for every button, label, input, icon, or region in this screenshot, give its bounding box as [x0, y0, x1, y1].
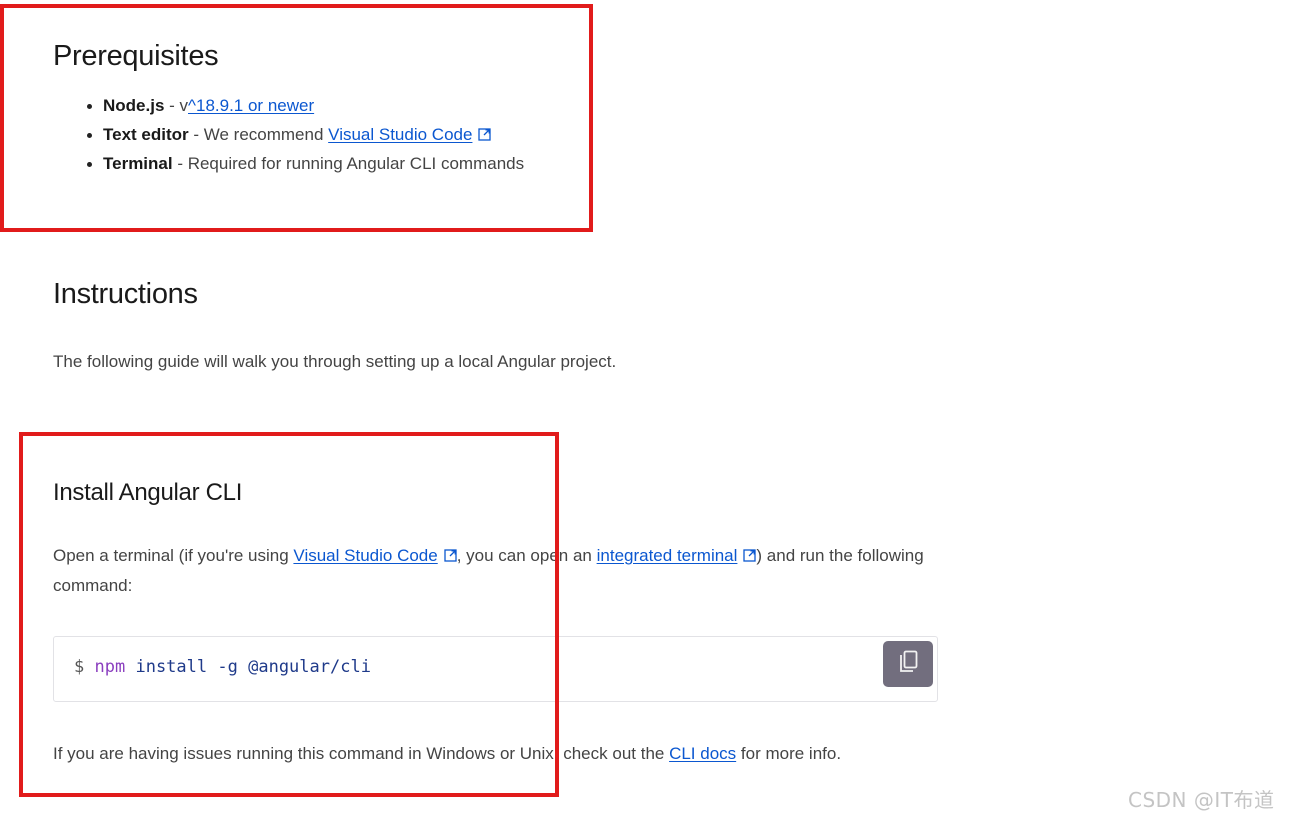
- node-version-link[interactable]: ^18.9.1 or newer: [188, 96, 314, 115]
- prereq-separator: - We recommend: [188, 124, 329, 144]
- install-footer: If you are having issues running this co…: [53, 739, 1013, 768]
- code-prompt: $: [74, 657, 85, 677]
- code-line[interactable]: $ npm install -g @angular/cli: [74, 657, 371, 677]
- external-link-icon: [444, 542, 457, 571]
- external-link-icon: [743, 542, 757, 571]
- list-item: Node.js - v^18.9.1 or newer: [53, 92, 593, 121]
- list-item: Terminal - Required for running Angular …: [53, 150, 593, 179]
- prereq-name: Terminal: [103, 154, 173, 173]
- prerequisites-title: Prerequisites: [53, 40, 219, 72]
- prereq-separator: - v: [164, 96, 189, 115]
- install-paragraph: Open a terminal (if you're using Visual …: [53, 541, 933, 600]
- code-block: $ npm install -g @angular/cli: [53, 636, 938, 702]
- bullet: [87, 132, 92, 138]
- integrated-terminal-link[interactable]: integrated terminal: [597, 546, 738, 565]
- install-text-1: Open a terminal (if you're using: [53, 546, 294, 565]
- copy-button[interactable]: [883, 641, 933, 687]
- external-link-icon: [478, 122, 492, 151]
- copy-icon: [897, 650, 919, 679]
- watermark: CSDN @IT布道: [1128, 788, 1275, 812]
- code-package: @angular/cli: [248, 657, 371, 677]
- footer-text-2: for more info.: [736, 744, 842, 763]
- vscode-link-2[interactable]: Visual Studio Code: [293, 546, 437, 565]
- install-title: Install Angular CLI: [53, 479, 243, 506]
- code-npm: npm: [94, 657, 126, 677]
- code-flag: -g: [217, 657, 238, 677]
- install-text-2: , you can open an: [456, 546, 597, 565]
- footer-text-1: If you are having issues running this co…: [53, 744, 670, 763]
- cli-docs-link[interactable]: CLI docs: [669, 744, 736, 763]
- code-install: install: [135, 657, 208, 677]
- vscode-link[interactable]: Visual Studio Code: [328, 125, 472, 144]
- instructions-title: Instructions: [53, 278, 198, 310]
- prereq-name: Text editor: [103, 124, 189, 144]
- prereq-text: - Required for running Angular CLI comma…: [172, 154, 525, 173]
- prerequisites-list: Node.js - v^18.9.1 or newer Text editor …: [0, 92, 593, 179]
- bullet: [87, 162, 92, 167]
- prereq-name: Node.js: [103, 96, 165, 115]
- bullet: [87, 104, 92, 109]
- instructions-intro: The following guide will walk you throug…: [53, 352, 617, 371]
- list-item: Text editor - We recommend Visual Studio…: [53, 121, 593, 151]
